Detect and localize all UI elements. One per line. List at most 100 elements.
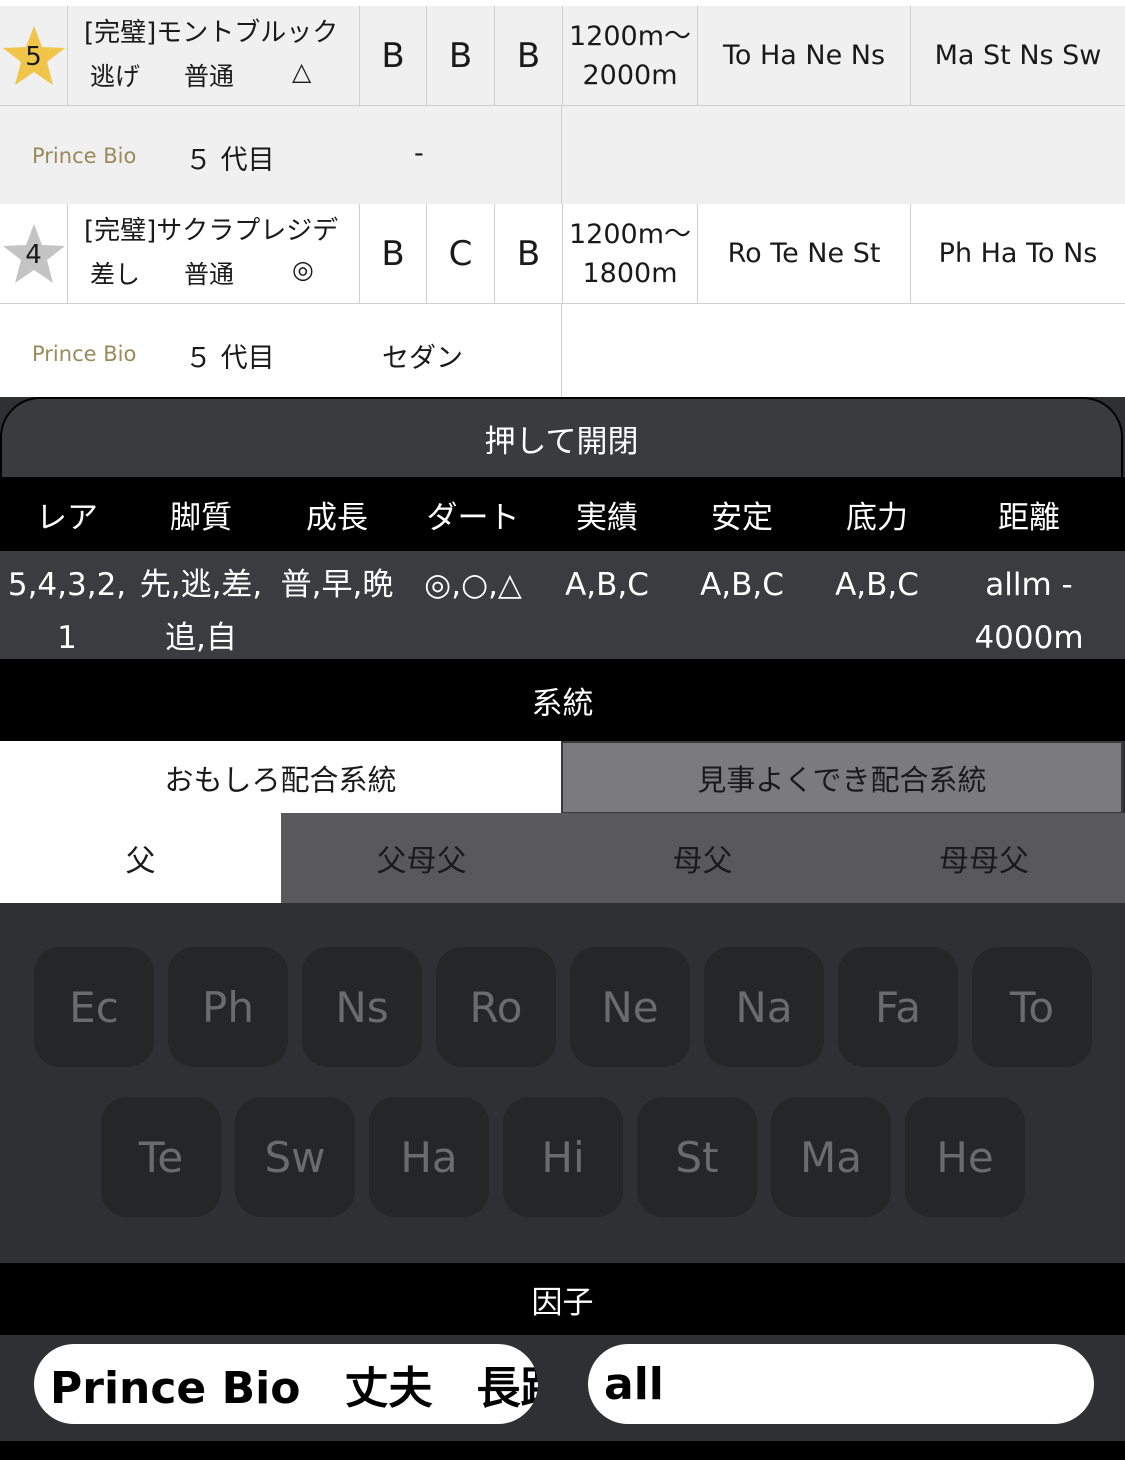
filter-dirt[interactable]: ◎,○,△ [406, 559, 540, 612]
lineage-key[interactable]: Fa [838, 947, 958, 1067]
lineage-key[interactable]: He [905, 1097, 1025, 1217]
header-growth: 成長 [306, 499, 368, 536]
horse-entry[interactable]: 4 [完璧]サクラプレジデ 差し 普通 ◎ B C B 1200m〜 1800m… [0, 204, 1125, 402]
filter-panel: 押して開閉 レア 脚質 成長 ダート 実績 安定 底力 距離 5,4,3,2, … [0, 397, 1125, 1460]
car-type: - [414, 138, 424, 169]
header-distance: 距離 [998, 499, 1060, 536]
rank-cell: 4 [0, 204, 68, 303]
lineage-key[interactable]: Ph [168, 947, 288, 1067]
filter-distance-line1: allm - [985, 567, 1073, 603]
distance-range: 1200m〜 1800m [563, 204, 698, 303]
tab-excellent-lineage[interactable]: 見事よくでき配合系統 [561, 741, 1123, 814]
lineage-key[interactable]: Ne [570, 947, 690, 1067]
distance-from: 1200m〜 [568, 20, 691, 52]
filter-rare-line1: 5,4,3,2, [7, 567, 127, 603]
filter-stable[interactable]: A,B,C [674, 559, 810, 612]
factor-input-value: Prince Bio 丈夫 長距離 [50, 1363, 538, 1414]
factor-search-input[interactable]: Prince Bio 丈夫 長距離 [34, 1344, 538, 1424]
lineage-key[interactable]: Te [101, 1097, 221, 1217]
generation: ５ 代目 [185, 343, 275, 374]
horse-info-row: Prince Bio ５ 代目 - [0, 106, 1125, 204]
factor-section-title: 因子 [0, 1263, 1125, 1335]
horse-entry[interactable]: 5 [完璧]モントブルック 逃げ 普通 △ B B B 1200m〜 2000m… [0, 6, 1125, 204]
filter-value-row: 5,4,3,2, 1 先,逃,差, 追,自 普,早,晩 ◎,○,△ A,B,C … [0, 551, 1125, 659]
header-power: 底力 [846, 499, 908, 536]
horse-main-row[interactable]: 5 [完璧]モントブルック 逃げ 普通 △ B B B 1200m〜 2000m… [0, 6, 1125, 106]
generation: ５ 代目 [185, 145, 275, 176]
lineage-set-1: Ro Te Ne St [698, 204, 911, 303]
lineage-set-1: To Ha Ne Ns [698, 6, 911, 105]
lineage-section-title: 系統 [0, 659, 1125, 741]
distance-to: 2000m [582, 59, 678, 91]
running-style: 差し [90, 260, 141, 289]
filter-header-row: レア 脚質 成長 ダート 実績 安定 底力 距離 [0, 477, 1125, 551]
owner-name: Prince Bio [32, 342, 137, 366]
divider [561, 106, 562, 204]
lineage-key[interactable]: Sw [235, 1097, 355, 1217]
dirt-aptitude: △ [292, 57, 312, 86]
rank-number: 5 [25, 41, 42, 72]
stable-grade: B [427, 6, 495, 105]
header-stable: 安定 [711, 499, 773, 536]
record-grade: B [360, 6, 427, 105]
tab-dam-sire[interactable]: 母父 [562, 813, 843, 903]
header-style: 脚質 [170, 499, 232, 536]
lineage-key[interactable]: Ha [369, 1097, 489, 1217]
distance-to: 1800m [582, 257, 678, 289]
header-record: 実績 [576, 499, 638, 536]
panel-toggle-button[interactable]: 押して開閉 [0, 397, 1123, 477]
filter-rare-line2: 1 [57, 620, 77, 656]
horse-name-cell: [完璧]サクラプレジデ 差し 普通 ◎ [68, 204, 360, 303]
rank-cell: 5 [0, 6, 68, 105]
lineage-key[interactable]: Ro [436, 947, 556, 1067]
divider [561, 304, 562, 402]
lineage-key[interactable]: Na [704, 947, 824, 1067]
tab-interesting-lineage[interactable]: おもしろ配合系統 [0, 741, 561, 814]
tab-dam-dam-sire[interactable]: 母母父 [843, 813, 1125, 903]
distance-from: 1200m〜 [568, 218, 691, 250]
lineage-key[interactable]: To [972, 947, 1092, 1067]
growth-type: 普通 [184, 62, 235, 91]
distance-range: 1200m〜 2000m [563, 6, 698, 105]
header-dirt: ダート [426, 499, 520, 536]
lineage-set-2: Ph Ha To Ns [938, 238, 1098, 269]
lineage-key[interactable]: St [637, 1097, 757, 1217]
distance-input-value: all [604, 1358, 664, 1410]
rank-number: 4 [25, 239, 42, 270]
lineage-key-grid: Ec Ph Ns Ro Ne Na Fa To Te Sw Ha Hi St M… [0, 903, 1125, 1263]
star-icon: 5 [1, 24, 67, 88]
power-grade: B [495, 6, 563, 105]
filter-style-line1: 先,逃,差, [139, 567, 263, 603]
distance-search-input[interactable]: all [588, 1344, 1094, 1424]
stable-grade: C [427, 204, 495, 303]
lineage-set-2: Ma St Ns Sw [934, 40, 1102, 71]
header-rare: レア [36, 499, 98, 536]
horse-info-row: Prince Bio ５ 代目 セダン [0, 304, 1125, 402]
lineage-key[interactable]: Ma [771, 1097, 891, 1217]
record-grade: B [360, 204, 427, 303]
horse-name-cell: [完璧]モントブルック 逃げ 普通 △ [68, 6, 360, 105]
horse-name: [完璧]モントブルック [84, 18, 339, 48]
filter-distance-line2: 4000m [974, 620, 1084, 656]
growth-type: 普通 [184, 260, 235, 289]
horse-name: [完璧]サクラプレジデ [84, 216, 339, 246]
filter-power[interactable]: A,B,C [810, 559, 944, 612]
star-icon: 4 [1, 222, 67, 286]
lineage-key[interactable]: Hi [503, 1097, 623, 1217]
owner-name: Prince Bio [32, 144, 137, 168]
bottom-strip [0, 1441, 1125, 1460]
lineage-key[interactable]: Ec [34, 947, 154, 1067]
horse-main-row[interactable]: 4 [完璧]サクラプレジデ 差し 普通 ◎ B C B 1200m〜 1800m… [0, 204, 1125, 304]
filter-growth[interactable]: 普,早,晩 [268, 559, 406, 612]
lineage-key[interactable]: Ns [302, 947, 422, 1067]
car-type: セダン [382, 343, 463, 374]
dirt-aptitude: ◎ [292, 255, 314, 284]
power-grade: B [495, 204, 563, 303]
filter-distance[interactable]: allm - 4000m [944, 559, 1114, 665]
filter-style-line2: 追,自 [165, 620, 237, 656]
tab-sire[interactable]: 父 [0, 813, 281, 903]
filter-record[interactable]: A,B,C [540, 559, 674, 612]
filter-style[interactable]: 先,逃,差, 追,自 [134, 559, 268, 665]
tab-sire-dam-sire[interactable]: 父母父 [281, 813, 562, 903]
filter-rare[interactable]: 5,4,3,2, 1 [0, 559, 134, 665]
